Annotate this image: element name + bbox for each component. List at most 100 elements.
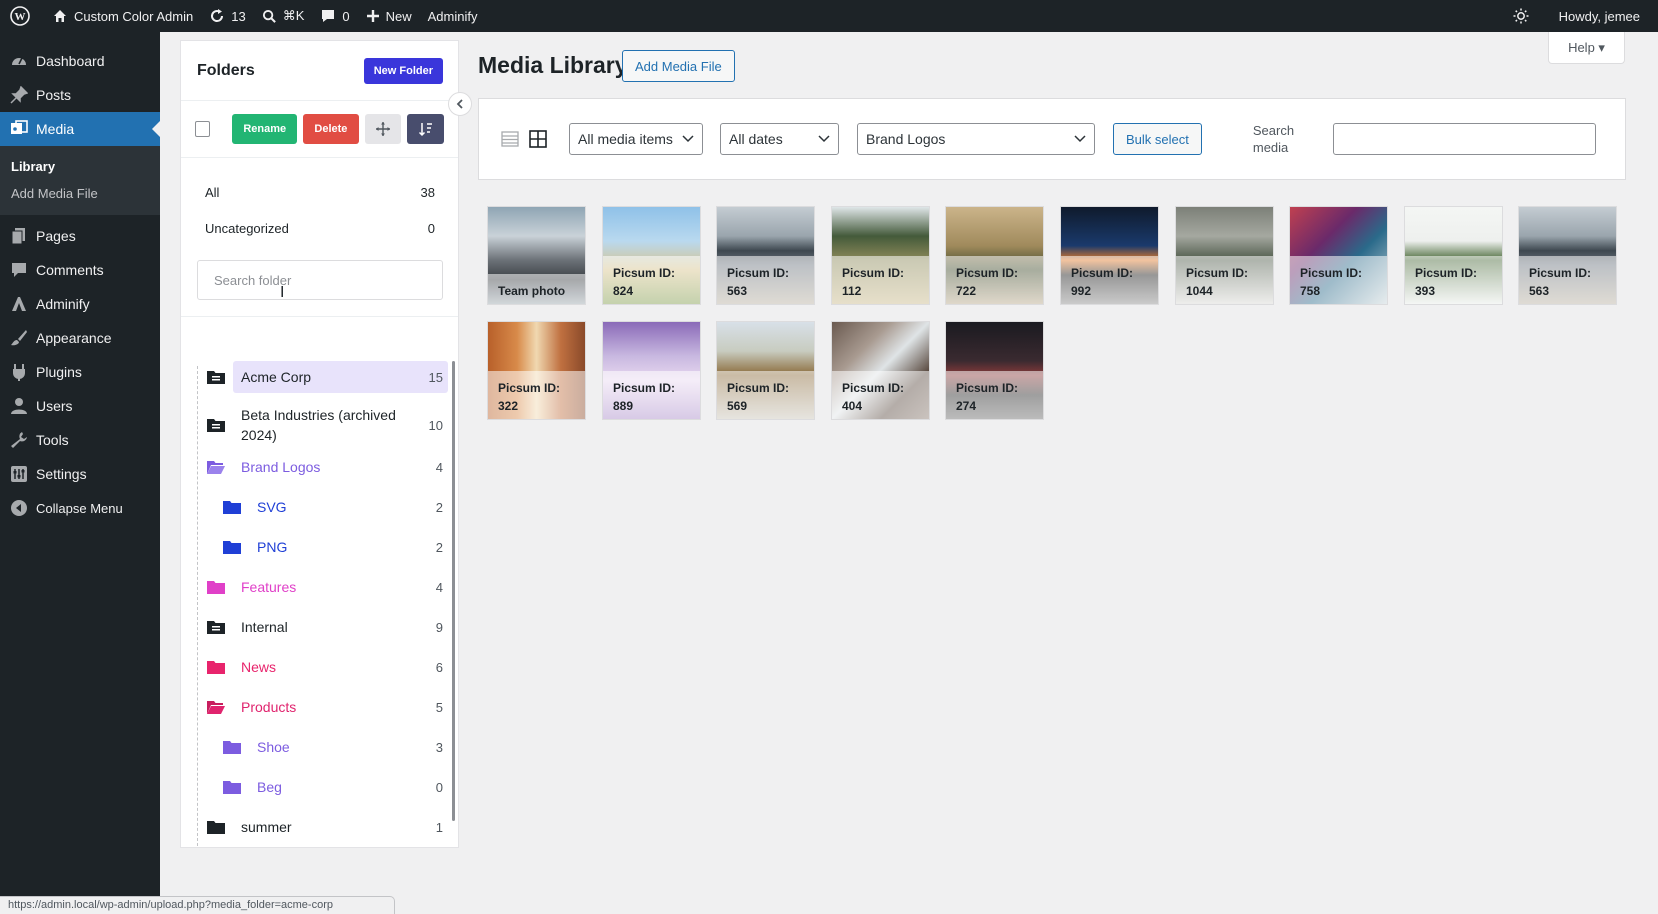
folders-title: Folders [197, 61, 255, 79]
folder-item-summer[interactable]: summer 1 [207, 817, 443, 837]
caption-line: Picsum ID: [956, 381, 1019, 395]
media-type-select[interactable]: All media items [569, 123, 703, 155]
menu-adminify[interactable]: Adminify [0, 287, 160, 321]
media-caption: Picsum ID: 824 [603, 256, 700, 304]
folder-item-internal[interactable]: Internal 9 [207, 617, 443, 637]
howdy-label: Howdy, jemee [1558, 8, 1640, 24]
menu-plugins[interactable]: Plugins [0, 355, 160, 389]
folder-icon [207, 581, 225, 594]
menu-media[interactable]: Media [0, 112, 160, 146]
media-tile[interactable]: Picsum ID: 404 [831, 321, 930, 420]
media-tile[interactable]: Picsum ID: 722 [945, 206, 1044, 305]
folder-open-icon [207, 461, 225, 474]
submenu-library[interactable]: Library [0, 153, 160, 180]
folder-all[interactable]: All 38 [205, 174, 435, 210]
media-caption: Picsum ID: 569 [717, 371, 814, 419]
folder-item-acme-corp-row[interactable]: Acme Corp 15 [207, 367, 443, 387]
folder-item-shoe[interactable]: Shoe 3 [223, 737, 443, 757]
settings-icon [9, 464, 29, 484]
site-name-link[interactable]: Custom Color Admin [44, 0, 201, 32]
caption-line: Picsum ID: [1071, 266, 1134, 280]
caption-line: Picsum ID: [498, 381, 561, 395]
admin-sidebar: Dashboard Posts Media Library Add Media … [0, 32, 160, 914]
menu-settings[interactable]: Settings [0, 457, 160, 491]
media-type-value: All media items [578, 131, 673, 147]
brush-icon [9, 328, 29, 348]
media-tile[interactable]: Picsum ID: 563 [1518, 206, 1617, 305]
grid-view-icon[interactable] [529, 130, 547, 148]
folder-search-input[interactable]: Search folder [197, 260, 443, 300]
folder-uncategorized[interactable]: Uncategorized 0 [205, 210, 435, 246]
wordpress-logo-icon[interactable]: W [0, 0, 44, 32]
folder-item-products[interactable]: Products 5 [207, 697, 443, 717]
menu-users[interactable]: Users [0, 389, 160, 423]
folder-open-icon [207, 701, 225, 714]
pin-icon [9, 85, 29, 105]
search-shortcut[interactable]: ⌘K [254, 0, 313, 32]
media-date-value: All dates [729, 131, 783, 147]
media-tile[interactable]: Picsum ID: 322 [487, 321, 586, 420]
new-content-link[interactable]: New [358, 0, 420, 32]
folder-item-features[interactable]: Features 4 [207, 577, 443, 597]
search-media-input[interactable] [1332, 123, 1596, 155]
menu-appearance[interactable]: Appearance [0, 321, 160, 355]
account-menu[interactable]: Howdy, jemee [1551, 0, 1658, 32]
folder-item-beg[interactable]: Beg 0 [223, 777, 443, 797]
media-tile[interactable]: Picsum ID: 274 [945, 321, 1044, 420]
media-date-select[interactable]: All dates [720, 123, 839, 155]
media-tile[interactable]: Picsum ID: 992 [1060, 206, 1159, 305]
folder-icon [223, 501, 241, 514]
folder-all-label: All [205, 184, 220, 200]
caption-id: 563 [727, 284, 748, 298]
rename-button[interactable]: Rename [232, 114, 297, 144]
folder-item-beta-industries[interactable]: Beta Industries (archived 2024) 10 [207, 405, 443, 445]
media-tile[interactable]: Picsum ID: 758 [1289, 206, 1388, 305]
media-tile[interactable]: Picsum ID: 1044 [1175, 206, 1274, 305]
media-tile[interactable]: Picsum ID: 112 [831, 206, 930, 305]
folder-item-svg[interactable]: SVG 2 [223, 497, 443, 517]
media-tile[interactable]: Picsum ID: 889 [602, 321, 701, 420]
caption-line: Team photo [498, 284, 566, 298]
media-tile[interactable]: Team photo [487, 206, 586, 305]
sort-button[interactable] [407, 114, 445, 144]
tree-scrollbar[interactable] [452, 361, 455, 821]
comments-count: 0 [342, 8, 350, 24]
folder-item-brand-logos[interactable]: Brand Logos 4 [207, 457, 443, 477]
media-folder-select[interactable]: Brand Logos [857, 123, 1095, 155]
theme-toggle[interactable] [1505, 0, 1551, 32]
menu-tools[interactable]: Tools [0, 423, 160, 457]
menu-dashboard[interactable]: Dashboard [0, 44, 160, 78]
updates-link[interactable]: 13 [201, 0, 253, 32]
select-all-checkbox[interactable] [195, 121, 211, 137]
folder-name: Features [241, 579, 297, 595]
delete-button[interactable]: Delete [302, 114, 359, 144]
menu-comments[interactable]: Comments [0, 253, 160, 287]
menu-pages[interactable]: Pages [0, 219, 160, 253]
media-tile[interactable]: Picsum ID: 563 [716, 206, 815, 305]
move-button[interactable] [364, 114, 402, 144]
folder-icon [223, 541, 241, 554]
media-tile[interactable]: Picsum ID: 569 [716, 321, 815, 420]
new-folder-button[interactable]: New Folder [363, 57, 443, 84]
collapse-panel-button[interactable] [448, 92, 472, 116]
media-caption: Team photo [488, 274, 585, 304]
caption-id: 563 [1529, 284, 1550, 298]
media-caption: Picsum ID: 889 [603, 371, 700, 419]
submenu-add-media[interactable]: Add Media File [0, 180, 160, 207]
media-tile[interactable]: Picsum ID: 393 [1404, 206, 1503, 305]
folder-uncategorized-count: 0 [427, 220, 435, 236]
folder-icon [207, 419, 225, 432]
media-tile[interactable]: Picsum ID: 824 [602, 206, 701, 305]
list-view-icon[interactable] [501, 130, 519, 148]
help-tab[interactable]: Help ▾ [1548, 32, 1625, 64]
add-media-file-button[interactable]: Add Media File [622, 50, 735, 82]
menu-label: Collapse Menu [36, 500, 123, 516]
menu-collapse[interactable]: Collapse Menu [0, 491, 160, 525]
folder-item-news[interactable]: News 6 [207, 657, 443, 677]
bulk-select-button[interactable]: Bulk select [1113, 123, 1202, 155]
plus-icon [366, 10, 379, 22]
comments-link[interactable]: 0 [312, 0, 357, 32]
adminify-link[interactable]: Adminify [420, 0, 486, 32]
folder-item-png[interactable]: PNG 2 [223, 537, 443, 557]
menu-posts[interactable]: Posts [0, 78, 160, 112]
